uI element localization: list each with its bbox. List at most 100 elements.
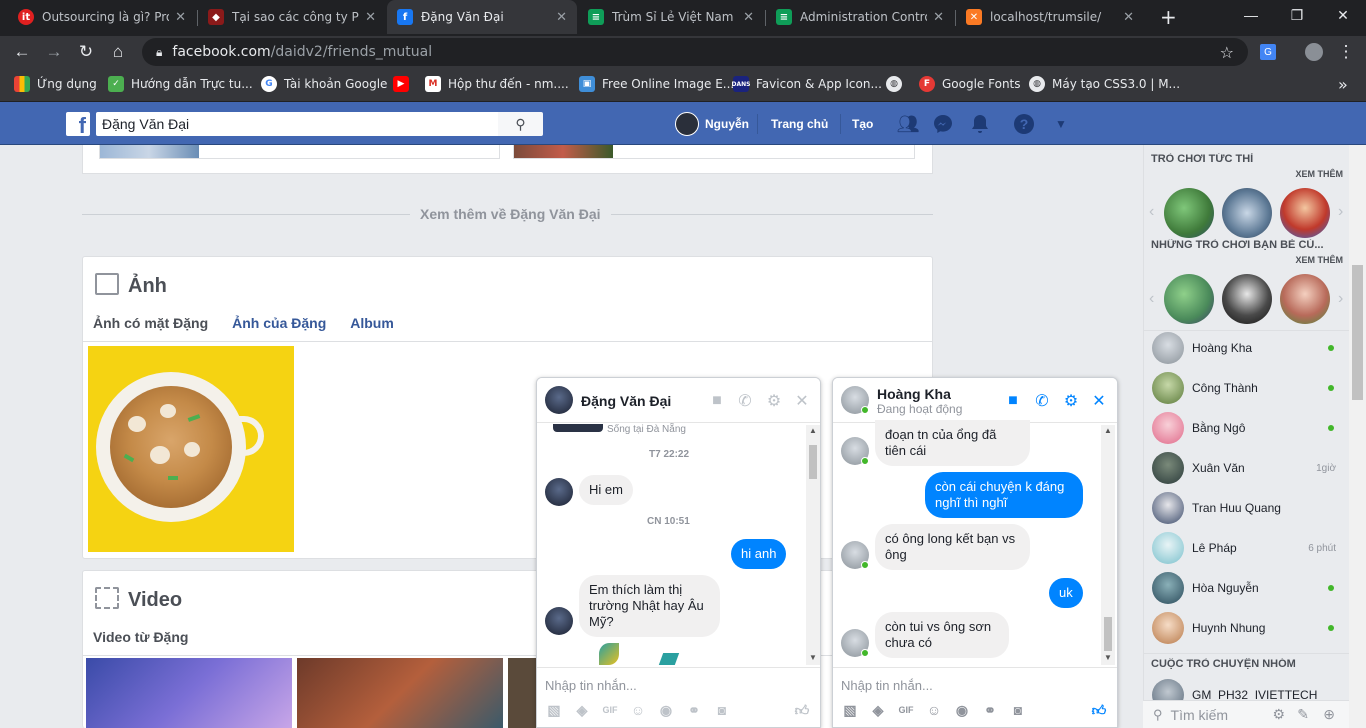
video-call-icon[interactable]: ■ <box>1003 391 1023 411</box>
maximize-button[interactable]: ❐ <box>1274 0 1320 30</box>
browser-tab[interactable]: ≡ Administration Control ✕ <box>766 0 954 34</box>
sidebar-search-input[interactable]: ⚲ Tìm kiếm ⚙ ✎ ⊕ <box>1143 700 1349 728</box>
sticker-icon[interactable]: ◈ <box>869 701 887 719</box>
contact-item[interactable]: Tran Huu Quang <box>1144 488 1350 528</box>
tab-photos-by[interactable]: Ảnh của Đặng <box>232 315 326 331</box>
game-avatar[interactable] <box>1222 188 1272 238</box>
close-tab-icon[interactable]: ✕ <box>743 10 754 25</box>
camera-icon[interactable]: ◙ <box>1009 701 1027 719</box>
scrollbar-thumb[interactable] <box>1352 265 1363 400</box>
browser-tab[interactable]: ◆ Tại sao các công ty Prod ✕ <box>198 0 386 34</box>
video-thumbnail[interactable] <box>508 658 538 728</box>
bookmark-star-icon[interactable]: ☆ <box>1220 43 1234 62</box>
bookmark-item[interactable]: G Tài khoản Google <box>261 68 387 100</box>
menu-kebab-icon[interactable]: ⋮ <box>1334 40 1358 64</box>
bookmark-apps[interactable]: Ứng dụng <box>14 68 97 100</box>
videos-title[interactable]: Video <box>128 589 182 612</box>
see-more-about-link[interactable]: Xem thêm về Đặng Văn Đại <box>410 206 611 222</box>
forward-icon[interactable]: → <box>42 40 66 64</box>
see-more-games-link[interactable]: XEM THÊM <box>1295 169 1343 179</box>
message-input[interactable]: Nhập tin nhắn... <box>537 667 820 693</box>
video-thumbnail[interactable] <box>86 658 292 728</box>
close-tab-icon[interactable]: ✕ <box>365 10 376 25</box>
bookmark-item[interactable]: ▣ Free Online Image E... <box>579 68 734 100</box>
game-avatar[interactable] <box>1222 274 1272 324</box>
nav-profile[interactable]: Nguyễn <box>675 102 749 145</box>
browser-tab[interactable]: ✕ localhost/trumsile/ ✕ <box>956 0 1144 34</box>
gif-icon[interactable]: GIF <box>601 701 619 719</box>
gear-icon[interactable]: ⚙ <box>1061 391 1081 411</box>
fb-search-input[interactable]: Đặng Văn Đại <box>96 112 498 136</box>
chevron-right-icon[interactable]: › <box>1338 203 1343 221</box>
more-bookmarks-icon[interactable]: » <box>1338 68 1348 100</box>
nav-home[interactable]: Trang chủ <box>771 102 828 145</box>
chat-title[interactable]: Đặng Văn Đại <box>581 393 671 409</box>
browser-tab-active[interactable]: f Đặng Văn Đại ✕ <box>387 0 577 34</box>
contact-item[interactable]: Huynh Nhung <box>1144 608 1350 648</box>
bookmark-item[interactable]: ◍ Máy tạo CSS3.0 | M... <box>1029 68 1180 100</box>
compose-icon[interactable]: ✎ <box>1297 706 1309 723</box>
contact-item[interactable]: Hòa Nguyễn <box>1144 568 1350 608</box>
close-window-button[interactable]: ✕ <box>1320 0 1366 30</box>
chevron-left-icon[interactable]: ‹ <box>1149 290 1154 308</box>
reload-icon[interactable]: ↻ <box>74 40 98 64</box>
gear-icon[interactable]: ⚙ <box>1272 706 1285 723</box>
messenger-icon[interactable] <box>932 113 954 135</box>
close-icon[interactable]: ✕ <box>792 391 812 411</box>
back-icon[interactable]: ← <box>10 40 34 64</box>
thumbs-up-icon[interactable]: 👍︎ <box>1090 701 1108 719</box>
game-avatar[interactable] <box>1280 274 1330 324</box>
browser-tab[interactable]: ≡ Trùm Sỉ Lẻ Việt Nam ✕ <box>578 0 764 34</box>
close-icon[interactable]: ✕ <box>1089 391 1109 411</box>
see-more-friends-games-link[interactable]: XEM THÊM <box>1295 255 1343 265</box>
contact-item[interactable]: Công Thành <box>1144 368 1350 408</box>
page-scrollbar[interactable] <box>1349 145 1366 728</box>
games-icon[interactable]: ◉ <box>657 701 675 719</box>
contact-item[interactable]: Lê Pháp 6 phút <box>1144 528 1350 568</box>
chevron-left-icon[interactable]: ‹ <box>1149 203 1154 221</box>
bookmark-globe[interactable]: ◍ <box>886 68 909 100</box>
close-tab-icon[interactable]: ✕ <box>933 10 944 25</box>
message-input[interactable]: Nhập tin nhắn... <box>833 667 1117 693</box>
account-menu-icon[interactable]: ▼ <box>1050 113 1072 135</box>
video-call-icon[interactable]: ■ <box>707 391 727 411</box>
profile-avatar[interactable] <box>1302 40 1326 64</box>
contact-item[interactable]: Xuân Văn 1giờ <box>1144 448 1350 488</box>
bookmark-item[interactable]: F Google Fonts <box>919 68 1021 100</box>
friend-requests-icon[interactable]: 👥︎ <box>897 113 920 135</box>
new-tab-button[interactable]: + <box>1150 0 1180 34</box>
tab-albums[interactable]: Album <box>350 315 394 331</box>
game-avatar[interactable] <box>1164 274 1214 324</box>
bookmark-item[interactable]: DANS Favicon & App Icon... <box>732 68 882 100</box>
facebook-logo-icon[interactable]: f <box>66 112 90 137</box>
tab-videos-by[interactable]: Video từ Đặng <box>93 629 188 645</box>
home-icon[interactable]: ⌂ <box>106 40 130 64</box>
bookmark-item[interactable]: M Hộp thư đến - nm.... <box>425 68 569 100</box>
game-avatar[interactable] <box>1280 188 1330 238</box>
chat-scrollbar[interactable]: ▲ ▼ <box>1101 425 1115 665</box>
tab-photos-of[interactable]: Ảnh có mặt Đặng <box>93 315 208 331</box>
game-avatar[interactable] <box>1164 188 1214 238</box>
chat-header[interactable]: Đặng Văn Đại ■ ✆ ⚙ ✕ <box>537 378 820 423</box>
gif-icon[interactable]: GIF <box>897 701 915 719</box>
gear-icon[interactable]: ⚙ <box>764 391 784 411</box>
close-tab-icon[interactable]: ✕ <box>1123 10 1134 25</box>
chat-title[interactable]: Hoàng Kha <box>877 386 951 402</box>
attach-icon[interactable]: ⚭ <box>981 701 999 719</box>
emoji-icon[interactable]: ☺ <box>925 701 943 719</box>
close-tab-icon[interactable]: ✕ <box>556 10 567 25</box>
close-tab-icon[interactable]: ✕ <box>175 10 186 25</box>
phone-icon[interactable]: ✆ <box>735 391 755 411</box>
photos-title[interactable]: Ảnh <box>128 275 167 298</box>
browser-tab[interactable]: it Outsourcing là gì? Prod ✕ <box>8 0 196 34</box>
photo-icon[interactable]: ▧ <box>545 701 563 719</box>
photo-thumbnail[interactable] <box>88 346 294 552</box>
bookmark-item[interactable]: ✓ Hướng dẫn Trực tu... <box>108 68 253 100</box>
attach-icon[interactable]: ⚭ <box>685 701 703 719</box>
sticker-icon[interactable]: ◈ <box>573 701 591 719</box>
contact-item[interactable]: Hoàng Kha <box>1144 328 1350 368</box>
emoji-icon[interactable]: ☺ <box>629 701 647 719</box>
phone-icon[interactable]: ✆ <box>1032 391 1052 411</box>
notifications-bell-icon[interactable] <box>969 113 991 135</box>
search-icon[interactable]: ⚲ <box>498 112 543 136</box>
